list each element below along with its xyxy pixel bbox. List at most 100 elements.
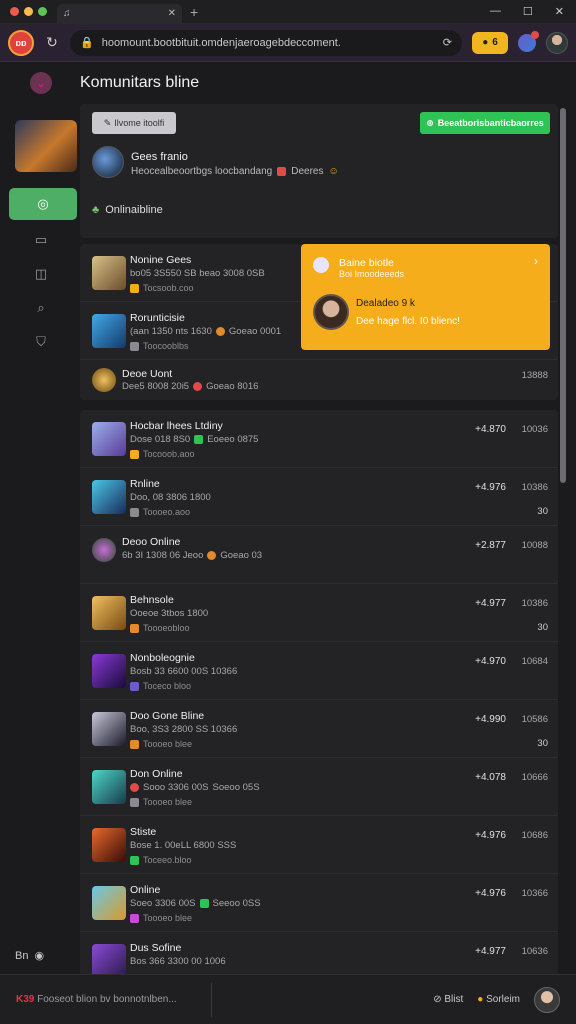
table-row[interactable]: Deoo Online 6b 3I 1308 06 Jeoo Goeao 03 +… (80, 526, 558, 584)
item-value-secondary: 10088 (521, 540, 548, 551)
item-value-secondary: 10036 (521, 424, 548, 435)
footer-avatar[interactable] (534, 986, 560, 1013)
close-icon[interactable]: ✕ (555, 5, 564, 18)
item-thumbnail (92, 944, 126, 978)
url-text: hoomount.bootbituit.omdenjaeroagebdeccom… (101, 36, 341, 49)
item-sub-text: Toooeo blee (143, 797, 193, 807)
maximize-icon[interactable]: ☐ (523, 5, 533, 18)
message-icon[interactable]: ◫ (32, 266, 50, 284)
item-thumbnail (92, 596, 126, 630)
table-row[interactable]: Online Soeo 3306 00S Seeoo 0SS Toooeo ble… (80, 874, 558, 932)
sidebar-bottom[interactable]: Bn ◉ (15, 949, 44, 963)
join-button[interactable]: ⊕ Beeatborisbanticbaorres (420, 112, 550, 134)
item-extra: 30 (537, 622, 548, 633)
item-title: Nonboleognie (130, 652, 195, 664)
profile-avatar[interactable] (92, 146, 124, 178)
item-thumbnail (92, 712, 126, 746)
item-meta-text: Sooo 3306 00S (143, 782, 209, 793)
footer-item-settings[interactable]: ● Sorleim (477, 994, 520, 1005)
item-meta-tag: Soeoo 05S (212, 782, 260, 793)
tag-icon (130, 283, 139, 293)
item-title: Deoe Uont (122, 368, 173, 380)
coin-icon: ● (482, 37, 489, 48)
popup-avatar (313, 294, 349, 330)
url-field[interactable]: 🔒 hoomount.bootbituit.omdenjaeroagebdecc… (70, 29, 462, 56)
footer-item-list[interactable]: ⊘ Blist (433, 994, 463, 1005)
tab-favicon-icon: ♫ (63, 8, 71, 19)
inbox-icon[interactable]: ▭ (32, 232, 50, 250)
table-row[interactable]: Nonboleognie Bosb 33 6600 00S 10366 Toce… (80, 642, 558, 700)
item-sub: Toooeo.aoo (130, 507, 190, 517)
item-thumbnail (92, 256, 126, 290)
item-value-secondary: 10386 (521, 598, 548, 609)
sidebar-item-home[interactable]: ◎ (9, 188, 77, 220)
footer-code: K39 (16, 994, 35, 1005)
minimize-dot[interactable] (24, 7, 33, 16)
new-tab-icon[interactable]: + (190, 4, 198, 20)
item-thumbnail (92, 422, 126, 456)
item-meta-text: 6b 3I 1308 06 Jeoo (122, 550, 204, 561)
table-row[interactable]: Don Online Sooo 3306 00S Soeoo 05S Toooeo… (80, 758, 558, 816)
popup-name: Dealadeo 9 k (356, 298, 415, 309)
game-thumbnail[interactable] (15, 120, 77, 172)
tag-icon (194, 435, 204, 444)
footer-actions: ⊘ Blist ● Sorleim (433, 986, 560, 1013)
item-value-secondary: 10386 (521, 482, 548, 493)
footer-item2-label: Sorleim (486, 994, 520, 1005)
profile-panel: ✎ Ilvome itoolfi ⊕ Beeatborisbanticbaorr… (80, 104, 558, 238)
item-title: Stiste (130, 826, 157, 838)
profile-options-button[interactable]: ✎ Ilvome itoolfi (92, 112, 176, 134)
item-meta-text: (aan 1350 nts 1630 (130, 326, 212, 337)
item-value: 13888 (521, 370, 548, 381)
join-label: Beeatborisbanticbaorres (437, 118, 544, 128)
scrollbar-thumb[interactable] (560, 108, 566, 483)
minimize-icon[interactable]: — (490, 5, 501, 18)
table-row[interactable]: Rnline Doo, 08 3806 1800 Toooeo.aoo +4.9… (80, 468, 558, 526)
user-avatar[interactable] (546, 31, 568, 54)
reload-icon[interactable]: ↻ (44, 34, 60, 51)
brand-logo[interactable]: ɒɒ (8, 29, 34, 56)
item-sub-text: Toceeo.bloo (143, 855, 192, 865)
item-meta: Ooeoe 3tbos 1800 (130, 608, 209, 619)
search-icon[interactable]: ⌕ (32, 300, 50, 318)
shield-icon[interactable]: ⛉ (32, 334, 50, 352)
browser-tab[interactable]: ♫ ✕ (57, 3, 182, 24)
table-row[interactable]: Doo Gone Bline Boo, 3S3 2800 SS 10366 To… (80, 700, 558, 758)
footer-divider (210, 982, 212, 1017)
address-bar: ɒɒ ↻ 🔒 hoomount.bootbituit.omdenjaeroage… (0, 24, 576, 62)
notification-popup[interactable]: Baine biotle Boi Imoodeeeds › Dealadeo 9… (301, 244, 550, 350)
community-icon[interactable]: ⌄ (30, 72, 52, 94)
item-meta: (aan 1350 nts 1630 Goeao 0001 (130, 326, 281, 337)
profile-tag: Deeres (291, 166, 324, 177)
item-title: Online (130, 884, 161, 896)
item-meta-text: Dose 018 8S0 (130, 434, 191, 445)
item-value: +2.877 (475, 540, 506, 551)
item-meta: Sooo 3306 00S Soeoo 05S (130, 782, 260, 793)
coins-badge[interactable]: ● 6 (472, 31, 508, 54)
window-dots (10, 7, 47, 16)
close-dot[interactable] (10, 7, 19, 16)
table-row[interactable]: Stiste Bose 1. 00eLL 6800 SSS Toceeo.blo… (80, 816, 558, 874)
table-row[interactable]: Behnsole Ooeoe 3tbos 1800 Toooeobloo +4.… (80, 584, 558, 642)
item-meta: Boo, 3S3 2800 SS 10366 (130, 724, 238, 735)
extension-icon[interactable] (518, 30, 539, 52)
item-value: +4.970 (475, 656, 506, 667)
item-value-secondary: 10686 (521, 830, 548, 841)
popup-text: Dee hage flcl. I0 blienc! (356, 316, 460, 327)
item-thumbnail (92, 770, 126, 804)
item-meta-tag: Eoeeo 0875 (207, 434, 259, 445)
tab-close-icon[interactable]: ✕ (168, 8, 176, 19)
scrollbar[interactable] (560, 108, 566, 968)
table-row[interactable]: Hocbar lhees Ltdiny Dose 018 8S0 Eoeeo 08… (80, 410, 558, 468)
item-sub: Tocooob.aoo (130, 449, 195, 459)
window-controls: — ☐ ✕ (490, 5, 564, 18)
item-value-secondary: 10586 (521, 714, 548, 725)
zoom-dot[interactable] (38, 7, 47, 16)
item-value-secondary: 10366 (521, 888, 548, 899)
item-thumbnail (92, 368, 116, 392)
chevron-right-icon[interactable]: › (534, 254, 538, 268)
refresh-icon[interactable]: ⟳ (443, 36, 452, 49)
item-thumbnail (92, 828, 126, 862)
item-meta: Soeo 3306 00S Seeoo 0SS (130, 898, 261, 909)
item-value-secondary: 10684 (521, 656, 548, 667)
